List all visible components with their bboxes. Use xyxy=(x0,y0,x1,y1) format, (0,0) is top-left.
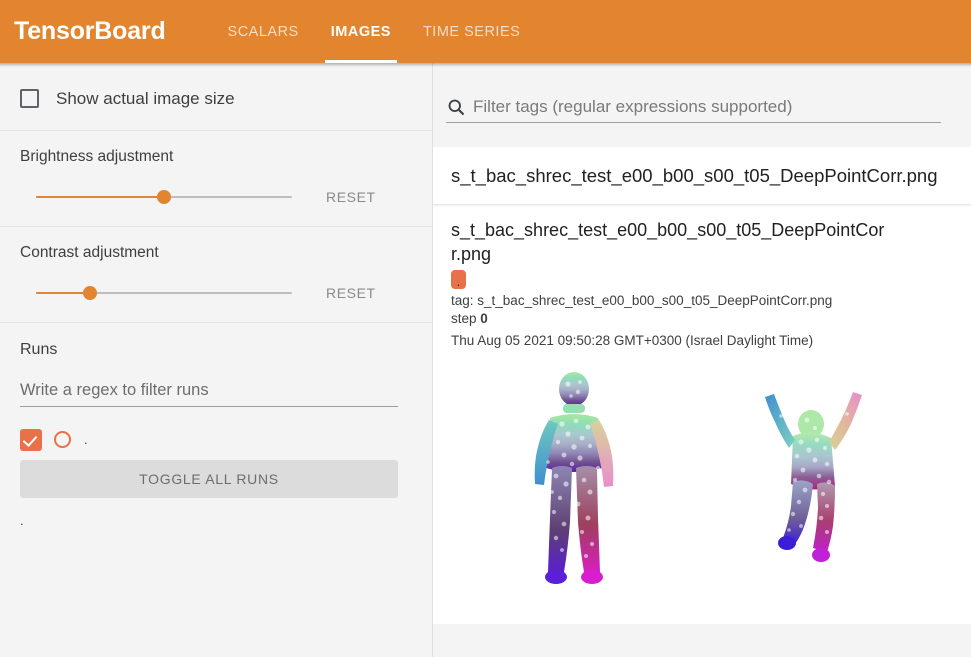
contrast-slider-thumb[interactable] xyxy=(82,286,97,300)
contrast-row: RESET xyxy=(20,284,412,302)
point-cloud-left-shape xyxy=(534,372,614,585)
point-cloud-right-shape xyxy=(765,392,862,563)
image-figure-wrapper xyxy=(451,364,953,624)
card-timestamp: Thu Aug 05 2021 09:50:28 GMT+0300 (Israe… xyxy=(451,333,814,349)
card-tag-title: s_t_bac_shrec_test_e00_b00_s00_t05_DeepP… xyxy=(451,220,885,264)
brightness-label: Brightness adjustment xyxy=(20,148,174,165)
runs-filter-input[interactable] xyxy=(20,381,398,400)
run-name-label: . xyxy=(84,432,88,447)
brightness-slider-fill xyxy=(36,196,164,198)
tab-images[interactable]: IMAGES xyxy=(315,0,407,63)
runs-filter-wrapper xyxy=(20,381,398,407)
images-main-panel: s_t_bac_shrec_test_e00_b00_s00_t05_DeepP… xyxy=(433,63,971,657)
contrast-reset-button[interactable]: RESET xyxy=(326,285,376,301)
tensorboard-app: TensorBoard SCALARS IMAGES TIME SERIES S… xyxy=(0,0,971,657)
body-container: Show actual image size Brightness adjust… xyxy=(0,63,971,657)
image-card: s_t_bac_shrec_test_e00_b00_s00_t05_DeepP… xyxy=(433,147,971,625)
toggle-all-runs-button[interactable]: TOGGLE ALL RUNS xyxy=(20,460,398,498)
show-actual-image-size-row[interactable]: Show actual image size xyxy=(20,67,412,130)
runs-heading: Runs xyxy=(20,341,58,358)
run-checkbox[interactable] xyxy=(20,428,42,451)
contrast-label: Contrast adjustment xyxy=(20,244,159,261)
card-step-label: step xyxy=(451,311,481,327)
brightness-slider-thumb[interactable] xyxy=(157,190,171,204)
card-step-value: 0 xyxy=(480,311,488,327)
nav-tabs: SCALARS IMAGES TIME SERIES xyxy=(212,0,537,63)
run-color-circle-icon[interactable] xyxy=(54,431,71,448)
card-body: s_t_bac_shrec_test_e00_b00_s00_t05_DeepP… xyxy=(433,205,971,624)
card-header: s_t_bac_shrec_test_e00_b00_s00_t05_DeepP… xyxy=(433,147,971,206)
tab-time-series[interactable]: TIME SERIES xyxy=(407,0,536,63)
card-header-title: s_t_bac_shrec_test_e00_b00_s00_t05_DeepP… xyxy=(451,165,938,186)
show-actual-size-section: Show actual image size xyxy=(0,67,432,131)
contrast-slider-fill xyxy=(36,292,90,294)
card-tag-line: tag: s_t_bac_shrec_test_e00_b00_s00_t05_… xyxy=(451,292,953,310)
runs-footer-text: . xyxy=(20,513,24,528)
brightness-row: RESET xyxy=(20,188,412,206)
brightness-reset-button[interactable]: RESET xyxy=(326,189,376,205)
card-tag-line-prefix: tag: xyxy=(451,292,478,308)
show-actual-image-size-label: Show actual image size xyxy=(56,89,235,108)
header-shadow xyxy=(0,63,971,67)
contrast-slider[interactable] xyxy=(36,284,292,302)
contrast-section: Contrast adjustment RESET xyxy=(0,227,432,323)
settings-sidebar: Show actual image size Brightness adjust… xyxy=(0,63,433,657)
app-header: TensorBoard SCALARS IMAGES TIME SERIES xyxy=(0,0,971,63)
show-actual-image-size-checkbox[interactable] xyxy=(20,89,39,108)
search-icon xyxy=(448,99,464,115)
runs-section: Runs . TOGGLE ALL RUNS . xyxy=(0,323,432,528)
run-item[interactable]: . xyxy=(20,426,412,453)
point-cloud-image-left[interactable] xyxy=(518,372,638,587)
card-run-badge: . xyxy=(451,269,466,290)
point-cloud-image-right[interactable] xyxy=(761,388,881,573)
card-step-line: step 0 xyxy=(451,310,953,328)
tag-filter-wrapper xyxy=(446,97,941,123)
tag-filter-bar xyxy=(433,67,971,123)
brightness-slider[interactable] xyxy=(36,188,292,206)
card-area: s_t_bac_shrec_test_e00_b00_s00_t05_DeepP… xyxy=(433,123,971,625)
card-run-badge-label: . xyxy=(456,275,461,290)
brightness-section: Brightness adjustment RESET xyxy=(0,131,432,227)
app-brand: TensorBoard xyxy=(14,17,166,45)
card-tag-line-value: s_t_bac_shrec_test_e00_b00_s00_t05_DeepP… xyxy=(477,292,833,308)
tab-scalars[interactable]: SCALARS xyxy=(212,0,315,63)
tag-filter-input[interactable] xyxy=(473,97,941,117)
